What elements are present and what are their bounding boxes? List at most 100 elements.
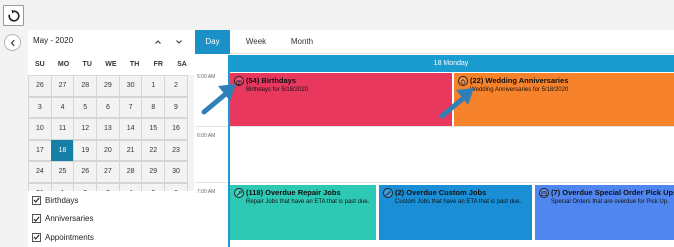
weekday-label: TH: [129, 61, 140, 68]
calendar-week-row: 26 27 28 29 30 1 2: [28, 75, 194, 97]
appointment-overdue-special-order-pickups[interactable]: (7) Overdue Special Order Pick Ups Specia…: [535, 185, 674, 240]
checkbox[interactable]: [32, 232, 41, 242]
calendar-day[interactable]: 17: [28, 139, 52, 161]
tab-month[interactable]: Month: [280, 30, 324, 54]
calendar-week-row: 3456789: [28, 96, 194, 118]
calendar-day[interactable]: 10: [28, 118, 52, 140]
calendar-day[interactable]: 23: [164, 139, 188, 161]
calendar-day[interactable]: 30: [164, 161, 188, 183]
weekday-label: FR: [153, 61, 163, 68]
calendar-day[interactable]: 7: [118, 96, 143, 118]
filter-anniversaries[interactable]: Anniversaries: [28, 210, 194, 229]
calendar-day[interactable]: 13: [96, 118, 120, 140]
weekday-label: SU: [34, 61, 45, 68]
top-toolbar: [0, 0, 674, 30]
calendar-prev-button[interactable]: [151, 35, 165, 49]
calendar-day[interactable]: 6: [96, 96, 120, 118]
tab-week[interactable]: Week: [239, 30, 273, 54]
tool-icon: [383, 188, 393, 198]
calendar-day[interactable]: 4: [50, 96, 75, 118]
filter-label: Anniversaries: [45, 214, 94, 224]
calendar-day[interactable]: 16: [164, 118, 188, 140]
appointment-description: Birthdays for 5/18/2020: [246, 87, 309, 93]
calendar-day[interactable]: 2: [164, 75, 188, 97]
checkmark-icon: [33, 216, 40, 222]
calendar-day[interactable]: 1: [141, 75, 166, 97]
calendar-day[interactable]: 20: [96, 139, 120, 161]
arrow-annotation-icon: [201, 84, 236, 115]
appointment-title-row: (54) Birthdays: [234, 76, 448, 86]
tab-day[interactable]: Day: [195, 30, 230, 54]
calendar-day[interactable]: 14: [118, 118, 143, 140]
calendar-day[interactable]: 8: [141, 96, 166, 118]
calendar-day[interactable]: 24: [28, 161, 52, 183]
appointment-title: (118) Overdue Repair Jobs: [246, 188, 341, 197]
hour-divider: [195, 126, 674, 127]
day-header: 18 Monday: [228, 55, 674, 72]
appointment-description: Repair Jobs that have an ETA that is pas…: [246, 199, 370, 205]
weekday-label: SA: [177, 61, 187, 68]
calendar-weeks: 26 27 28 29 30 1 2 3 4 5 6 7 8 9 10 11 12 13 14 15 16 17 18 19 2…: [28, 75, 194, 204]
appointment-title: (7) Overdue Special Order Pick Ups: [551, 188, 674, 197]
appointment-overdue-repair-jobs[interactable]: (118) Overdue Repair Jobs Repair Jobs tha…: [230, 185, 376, 240]
weekday-label: TU: [82, 61, 92, 68]
appointment-description: Special Orders that are overdue for Pick…: [551, 199, 669, 205]
appointment-description: Wedding Anniversaries for 5/18/2020: [470, 87, 569, 93]
time-label: 7:00 AM: [197, 189, 216, 195]
calendar-day[interactable]: 26: [28, 75, 52, 97]
calendar-day[interactable]: 5: [73, 96, 98, 118]
calendar-day[interactable]: 29: [141, 161, 166, 183]
appointment-description: Custom Jobs that have an ETA that is pas…: [395, 199, 522, 205]
collapse-sidebar-button[interactable]: [4, 34, 21, 51]
calendar-day[interactable]: 15: [141, 118, 166, 140]
calendar-day[interactable]: 27: [96, 161, 120, 183]
chevron-down-icon: [176, 40, 182, 44]
calendar-day[interactable]: 22: [141, 139, 166, 161]
chevron-left-icon: [10, 39, 15, 46]
weekday-label: WE: [105, 61, 117, 68]
calendar-day[interactable]: 11: [50, 118, 75, 140]
calendar-day[interactable]: 21: [118, 139, 143, 161]
calendar-day[interactable]: 9: [164, 96, 188, 118]
calendar-week-row: 17 18 19 20 21 22 23: [28, 139, 194, 161]
calendar-week-row: 24 25 26 27 28 29 30: [28, 161, 194, 183]
calendar-grid: SU MO TU WE TH FR SA 26 27 28 29 30 1 2 3 4 5 6 7 8 9 10 11 12…: [28, 54, 194, 204]
appointment-wedding-anniversaries[interactable]: (22) Wedding Anniversaries Wedding Annive…: [454, 73, 674, 126]
filter-label: Appointments: [45, 232, 94, 242]
calendar-day[interactable]: 30: [118, 75, 143, 97]
checkbox[interactable]: [32, 195, 41, 205]
refresh-button[interactable]: [3, 5, 24, 26]
checkbox[interactable]: [32, 214, 41, 224]
view-tabs: Day Week Month: [195, 30, 674, 54]
calendar-day[interactable]: 28: [73, 75, 98, 97]
package-icon: [539, 188, 549, 198]
appointment-title-row: (2) Overdue Custom Jobs: [383, 188, 528, 198]
calendar-day[interactable]: 25: [50, 161, 75, 183]
appointment-overdue-custom-jobs[interactable]: (2) Overdue Custom Jobs Custom Jobs that …: [379, 185, 532, 240]
weekday-header-row: SU MO TU WE TH FR SA: [28, 54, 194, 75]
wrench-icon: [234, 188, 244, 198]
appointment-title-row: (118) Overdue Repair Jobs: [234, 188, 372, 198]
calendar-day[interactable]: 28: [118, 161, 143, 183]
calendar-day[interactable]: 19: [73, 139, 98, 161]
calendar-next-button[interactable]: [172, 35, 186, 49]
calendar-week-row: 10 11 12 13 14 15 16: [28, 118, 194, 140]
weekday-label: MO: [57, 61, 70, 68]
left-strip: [0, 30, 28, 247]
calendar-day[interactable]: 12: [73, 118, 98, 140]
calendar-day[interactable]: 18: [50, 139, 75, 161]
calendar-day[interactable]: 3: [28, 96, 52, 118]
calendar-header: May - 2020: [28, 30, 194, 54]
appointment-birthdays[interactable]: (54) Birthdays Birthdays for 5/18/2020: [230, 73, 452, 126]
calendar-day[interactable]: 27: [50, 75, 75, 97]
appointment-title-row: (7) Overdue Special Order Pick Ups: [539, 188, 674, 198]
calendar-filters: Birthdays Anniversaries Appointments: [28, 191, 194, 247]
filter-appointments[interactable]: Appointments: [28, 228, 194, 247]
calendar-day[interactable]: 29: [96, 75, 120, 97]
appointment-title: (54) Birthdays: [246, 76, 297, 85]
appointment-title: (2) Overdue Custom Jobs: [395, 188, 487, 197]
arrow-annotation-icon: [439, 88, 474, 119]
calendar-day[interactable]: 26: [73, 161, 98, 183]
filter-birthdays[interactable]: Birthdays: [28, 191, 194, 210]
chevron-up-icon: [155, 40, 161, 44]
